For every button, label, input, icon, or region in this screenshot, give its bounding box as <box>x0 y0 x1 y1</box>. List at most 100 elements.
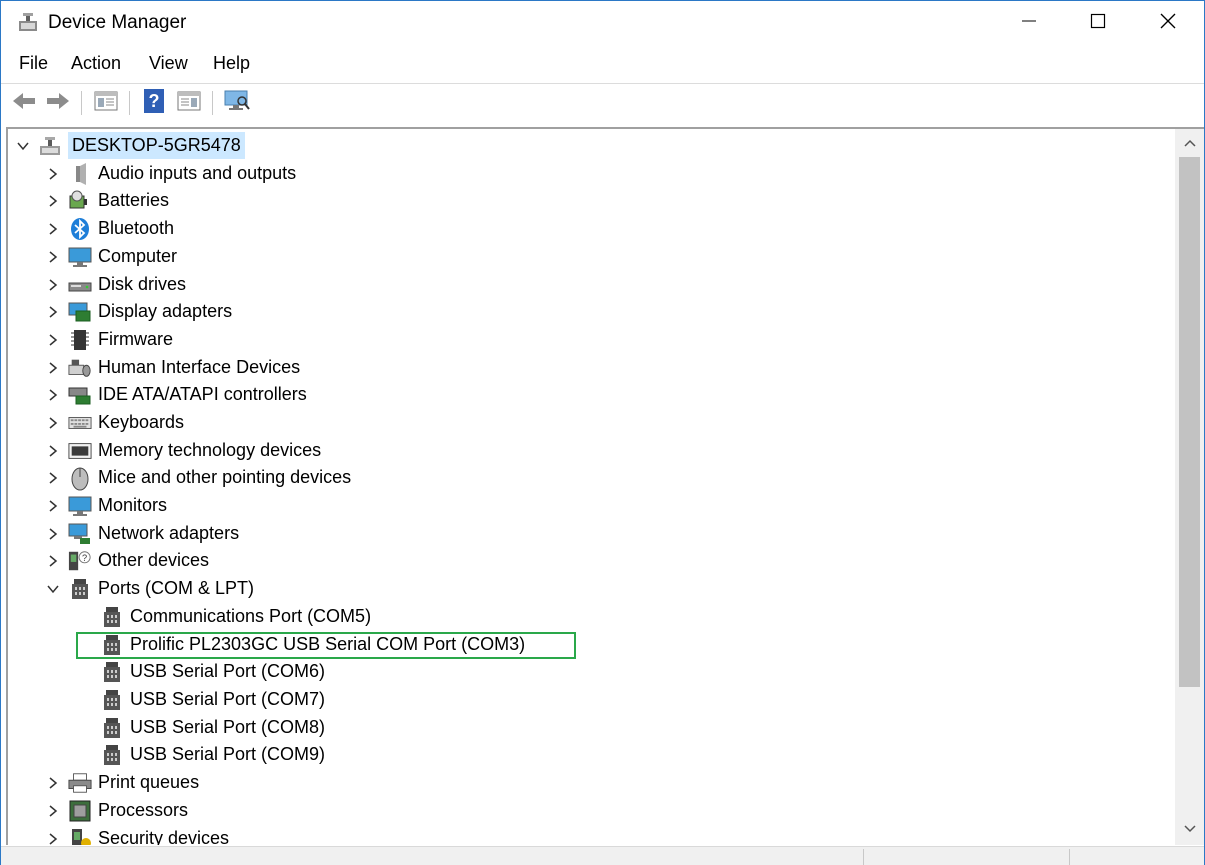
menu-view[interactable]: View <box>149 53 188 74</box>
forward-button[interactable] <box>44 89 72 117</box>
properties-button[interactable] <box>175 89 203 117</box>
scan-hardware-button[interactable] <box>223 89 251 117</box>
back-arrow-icon <box>11 91 37 116</box>
expand-chevron-icon[interactable] <box>46 381 60 408</box>
memory-icon <box>68 439 92 463</box>
menu-help[interactable]: Help <box>213 53 250 74</box>
expand-chevron-icon[interactable] <box>46 825 60 845</box>
tree-item-network-adapters[interactable]: Network adapters <box>46 520 239 547</box>
expand-chevron-icon[interactable] <box>46 492 60 519</box>
tree-item-ports-com-lpt[interactable]: Ports (COM & LPT) <box>46 575 254 602</box>
scrollbar-thumb[interactable] <box>1179 157 1200 687</box>
tree-item-other-devices[interactable]: ? Other devices <box>46 547 209 574</box>
expand-chevron-icon[interactable] <box>46 160 60 187</box>
tree-item-usb-serial-port-com8[interactable]: USB Serial Port (COM8) <box>100 714 325 741</box>
tree-item-label: IDE ATA/ATAPI controllers <box>98 384 307 404</box>
tree-item-monitors[interactable]: Monitors <box>46 492 167 519</box>
scroll-down-button[interactable] <box>1175 817 1204 841</box>
show-hide-console-tree-icon <box>94 90 118 117</box>
vertical-scrollbar[interactable] <box>1175 129 1204 845</box>
expand-chevron-icon[interactable] <box>46 243 60 270</box>
expand-chevron-icon[interactable] <box>46 464 60 491</box>
expand-chevron-icon[interactable] <box>46 187 60 214</box>
disk-drive-icon <box>68 273 92 297</box>
tree-item-usb-serial-port-com7[interactable]: USB Serial Port (COM7) <box>100 686 325 713</box>
expand-chevron-icon[interactable] <box>46 547 60 574</box>
expand-chevron-icon[interactable] <box>46 520 60 547</box>
expand-chevron-icon[interactable] <box>46 797 60 824</box>
tree-item-bluetooth[interactable]: Bluetooth <box>46 215 174 242</box>
tree-item-label: USB Serial Port (COM7) <box>130 689 326 709</box>
show-hide-tree-button[interactable] <box>92 89 120 117</box>
maximize-button[interactable] <box>1063 1 1133 45</box>
port-icon <box>100 605 124 629</box>
close-button[interactable] <box>1133 1 1203 45</box>
menu-bar: File Action View Help <box>1 49 1204 79</box>
tree-item-computer[interactable]: Computer <box>46 243 177 270</box>
window-title: Device Manager <box>48 12 187 33</box>
expand-chevron-icon[interactable] <box>46 326 60 353</box>
tree-root-row[interactable]: DESKTOP-5GR5478 <box>16 132 245 159</box>
back-button[interactable] <box>10 89 38 117</box>
tree-item-memory-technology-devices[interactable]: Memory technology devices <box>46 437 321 464</box>
device-manager-icon <box>17 11 39 33</box>
port-icon <box>100 716 124 740</box>
tree-item-label: Print queues <box>98 772 200 792</box>
port-icon <box>100 660 124 684</box>
speaker-icon <box>68 162 92 186</box>
collapse-chevron-icon[interactable] <box>16 132 30 159</box>
minimize-icon <box>1022 14 1036 33</box>
tree-item-audio-inputs-and-outputs[interactable]: Audio inputs and outputs <box>46 160 296 187</box>
keyboard-icon <box>68 411 92 435</box>
tree-item-human-interface-devices[interactable]: Human Interface Devices <box>46 354 300 381</box>
tree-item-communications-port-com5[interactable]: Communications Port (COM5) <box>100 603 371 630</box>
menu-file[interactable]: File <box>19 53 48 74</box>
monitor-icon <box>68 494 92 518</box>
processor-icon <box>68 799 92 823</box>
scroll-up-button[interactable] <box>1175 131 1204 155</box>
help-button[interactable]: ? <box>140 88 168 117</box>
tree-item-label: Security devices <box>98 828 230 845</box>
network-adapter-icon <box>68 522 92 546</box>
tree-item-display-adapters[interactable]: Display adapters <box>46 298 232 325</box>
properties-icon <box>177 90 201 117</box>
tree-item-processors[interactable]: Processors <box>46 797 188 824</box>
battery-icon <box>68 189 92 213</box>
tree-item-label: Human Interface Devices <box>98 357 301 377</box>
tree-item-label: Bluetooth <box>98 218 175 238</box>
expand-chevron-icon[interactable] <box>46 769 60 796</box>
tree-item-security-devices[interactable]: Security devices <box>46 825 229 845</box>
expand-chevron-icon[interactable] <box>46 298 60 325</box>
tree-item-print-queues[interactable]: Print queues <box>46 769 199 796</box>
collapse-chevron-icon[interactable] <box>46 575 60 602</box>
tree-item-keyboards[interactable]: Keyboards <box>46 409 184 436</box>
tree-item-usb-serial-port-com6[interactable]: USB Serial Port (COM6) <box>100 658 325 685</box>
tree-item-batteries[interactable]: Batteries <box>46 187 169 214</box>
menu-action[interactable]: Action <box>71 53 121 74</box>
close-icon <box>1160 13 1176 34</box>
tree-item-disk-drives[interactable]: Disk drives <box>46 271 186 298</box>
tree-item-firmware[interactable]: Firmware <box>46 326 173 353</box>
tree-item-label: USB Serial Port (COM9) <box>130 744 326 764</box>
status-divider <box>1069 849 1070 865</box>
expand-chevron-icon[interactable] <box>46 215 60 242</box>
display-adapter-icon <box>68 300 92 324</box>
device-tree: DESKTOP-5GR5478 Audio inputs and outputs… <box>6 127 1204 845</box>
computer-network-icon <box>38 134 62 158</box>
expand-chevron-icon[interactable] <box>46 354 60 381</box>
expand-chevron-icon[interactable] <box>46 437 60 464</box>
expand-chevron-icon[interactable] <box>46 271 60 298</box>
expand-chevron-icon[interactable] <box>46 409 60 436</box>
hid-icon <box>68 356 92 380</box>
tree-item-mice-and-other-pointing-devices[interactable]: Mice and other pointing devices <box>46 464 351 491</box>
toolbar-separator <box>212 91 213 115</box>
tree-item-usb-serial-port-com9[interactable]: USB Serial Port (COM9) <box>100 741 325 768</box>
highlighted-device-outline <box>76 632 576 659</box>
tree-item-ide-ata-atapi-controllers[interactable]: IDE ATA/ATAPI controllers <box>46 381 307 408</box>
minimize-button[interactable] <box>994 1 1064 45</box>
tree-item-label: Processors <box>98 800 189 820</box>
tree-item-label: Keyboards <box>98 412 185 432</box>
tree-item-label: Firmware <box>98 329 173 349</box>
tree-item-label: Computer <box>98 246 178 266</box>
tree-item-label: Audio inputs and outputs <box>98 163 297 183</box>
